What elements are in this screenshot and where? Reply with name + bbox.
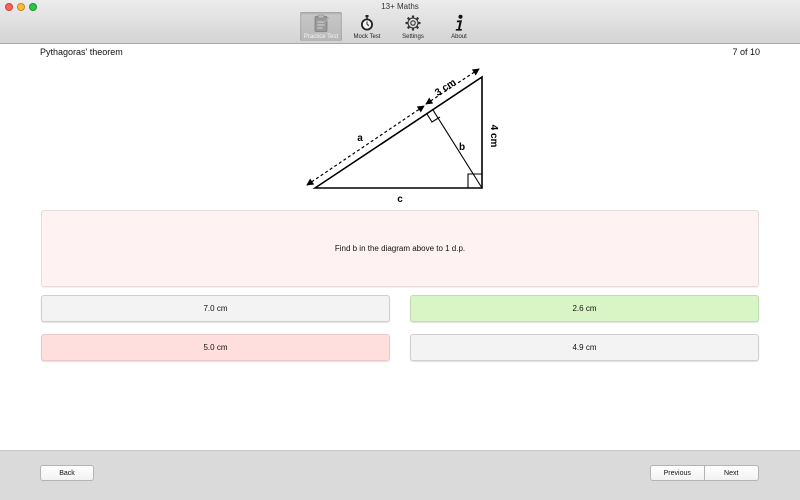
tab-practice-test[interactable]: Practice Test bbox=[300, 12, 342, 41]
window-toolbar: 13+ Maths Practice Test Mock Test Settin… bbox=[0, 0, 800, 44]
pagination-control: Previous Next bbox=[650, 465, 759, 481]
question-text: Find b in the diagram above to 1 d.p. bbox=[334, 244, 466, 253]
answer-label: 2.6 cm bbox=[572, 304, 597, 313]
tab-mock-test[interactable]: Mock Test bbox=[346, 12, 388, 41]
right-angle-marker bbox=[426, 113, 441, 123]
tab-settings[interactable]: Settings bbox=[392, 12, 434, 41]
answer-label: 7.0 cm bbox=[203, 304, 228, 313]
label-b: b bbox=[459, 142, 465, 153]
question-counter: 7 of 10 bbox=[732, 47, 760, 57]
previous-button[interactable]: Previous bbox=[650, 465, 705, 481]
gear-icon bbox=[392, 13, 434, 33]
question-panel: Find b in the diagram above to 1 d.p. bbox=[41, 210, 759, 287]
tab-label: Practice Test bbox=[303, 34, 339, 40]
tab-label: About bbox=[451, 34, 467, 40]
label-a: a bbox=[357, 133, 363, 144]
answer-option-1[interactable]: 7.0 cm bbox=[41, 295, 390, 322]
label-4cm: 4 cm bbox=[488, 125, 499, 148]
tab-label: Settings bbox=[402, 34, 424, 40]
answer-label: 5.0 cm bbox=[203, 343, 228, 352]
info-icon bbox=[438, 13, 480, 33]
answer-option-2[interactable]: 2.6 cm bbox=[410, 295, 759, 322]
altitude-line bbox=[432, 109, 483, 189]
answer-label: 4.9 cm bbox=[572, 343, 597, 352]
toolbar: Practice Test Mock Test Settings About bbox=[300, 12, 480, 42]
answer-option-4[interactable]: 4.9 cm bbox=[410, 334, 759, 361]
bottom-nav-bar: Back Previous Next bbox=[0, 450, 800, 500]
next-button[interactable]: Next bbox=[704, 465, 759, 481]
topic-title: Pythagoras' theorem bbox=[40, 47, 123, 57]
back-button[interactable]: Back bbox=[40, 465, 94, 481]
answer-option-3[interactable]: 5.0 cm bbox=[41, 334, 390, 361]
dimension-a-arrow bbox=[306, 105, 425, 186]
tab-about[interactable]: About bbox=[438, 12, 480, 41]
label-c: c bbox=[397, 194, 403, 205]
tab-label: Mock Test bbox=[353, 34, 381, 40]
triangle-diagram: 3 cm 4 cm a b c bbox=[306, 68, 499, 205]
stopwatch-icon bbox=[346, 13, 388, 33]
window-title: 13+ Maths bbox=[381, 2, 419, 11]
clipboard-icon bbox=[300, 13, 342, 33]
triangle-outline bbox=[312, 75, 483, 189]
